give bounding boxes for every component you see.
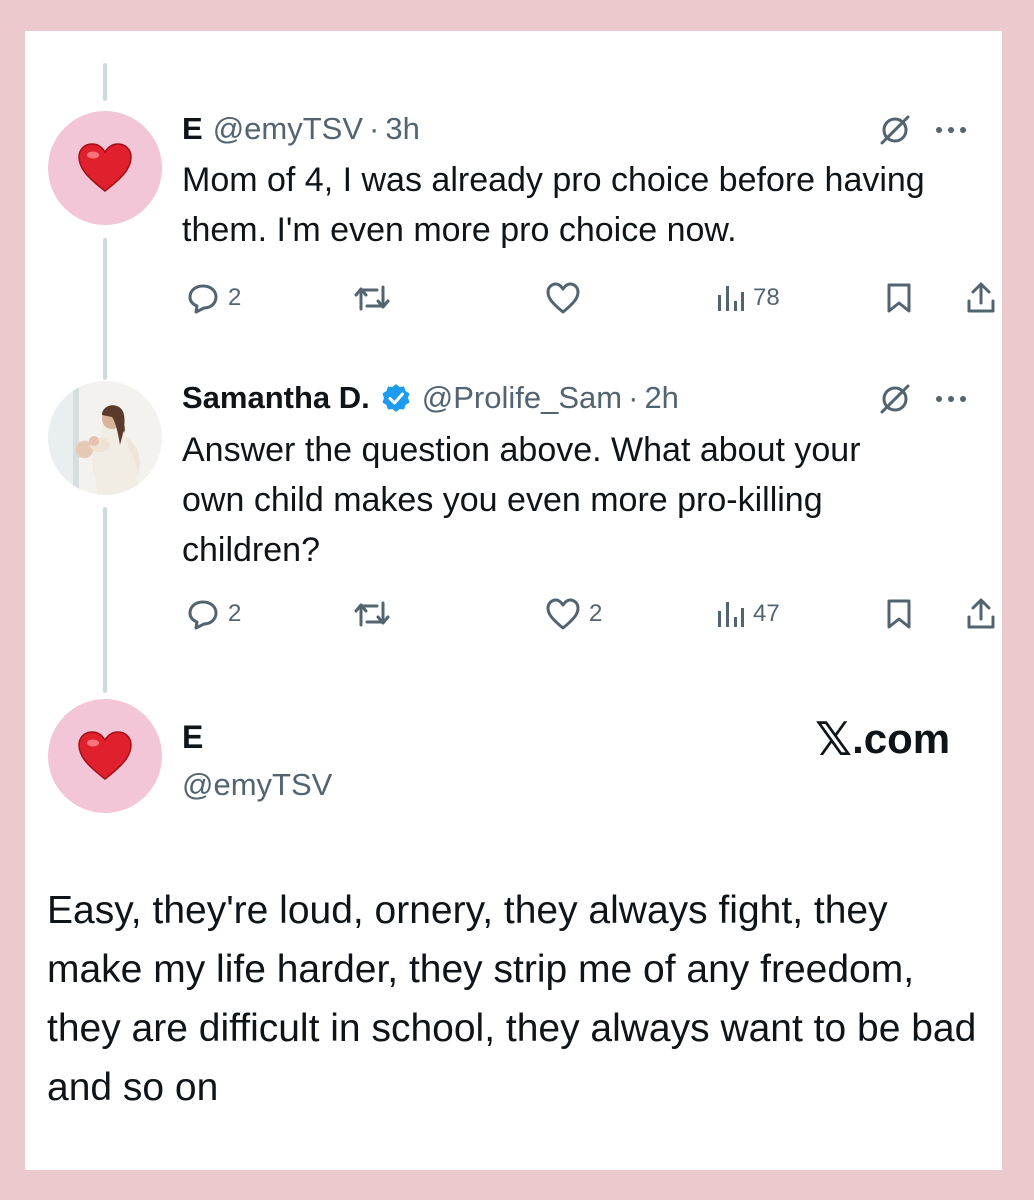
- like-button[interactable]: 2: [545, 594, 602, 634]
- share-button[interactable]: [965, 278, 997, 318]
- grok-icon[interactable]: [878, 382, 912, 416]
- heart-icon: [78, 143, 132, 192]
- verified-badge: [380, 382, 412, 414]
- views-count: 78: [753, 284, 780, 311]
- tweet-header: Samantha D. @Prolife_Sam · 2h: [182, 378, 679, 418]
- tweet-text: Mom of 4, I was already pro choice befor…: [182, 161, 925, 249]
- separator-dot: ·: [628, 380, 639, 415]
- reply-icon: [188, 600, 218, 630]
- views-button[interactable]: 47: [715, 594, 780, 634]
- action-bar: 2 2 47: [182, 594, 995, 634]
- bookmark-button[interactable]: [885, 594, 913, 634]
- like-button[interactable]: [545, 278, 581, 318]
- reply-count: 2: [228, 284, 242, 311]
- user-handle[interactable]: @emyTSV: [213, 109, 363, 149]
- thread-line-1: [103, 238, 107, 380]
- tweet-header: E @emyTSV · 3h: [182, 109, 420, 149]
- views-icon: [718, 602, 744, 627]
- user-handle[interactable]: @Prolife_Sam: [422, 378, 622, 418]
- repost-icon: [354, 601, 390, 627]
- tweet-text: Answer the question above. What about yo…: [182, 431, 861, 569]
- screenshot-card: E @emyTSV · 3h Mom of 4, I was already p…: [25, 31, 1002, 1170]
- like-count: 2: [589, 600, 603, 627]
- display-name[interactable]: E: [182, 717, 203, 757]
- reply-count: 2: [228, 600, 242, 627]
- action-bar: 2 78: [182, 278, 995, 318]
- brand-suffix: .com: [852, 715, 951, 762]
- mother-photo-icon: [89, 405, 139, 495]
- heart-outline-icon: [546, 598, 580, 630]
- user-handle[interactable]: @emyTSV: [182, 765, 332, 805]
- repost-button[interactable]: [352, 594, 392, 634]
- reply-icon: [188, 284, 218, 314]
- repost-icon: [354, 285, 390, 311]
- x-com-brand: 𝕏 .com: [815, 714, 950, 764]
- share-button[interactable]: [965, 594, 997, 634]
- repost-button[interactable]: [352, 278, 392, 318]
- views-count: 47: [753, 600, 780, 627]
- main-tweet-text: Easy, they're loud, ornery, they always …: [47, 889, 977, 1109]
- grok-icon[interactable]: [878, 113, 912, 147]
- thread-line-2: [103, 507, 107, 693]
- thread-line-top: [103, 63, 107, 101]
- bookmark-icon: [887, 283, 911, 313]
- reply-button[interactable]: 2: [186, 278, 241, 318]
- separator-dot: ·: [369, 111, 380, 146]
- avatar[interactable]: [48, 111, 162, 225]
- bookmark-icon: [887, 599, 911, 629]
- timestamp[interactable]: 2h: [644, 378, 678, 418]
- views-icon: [718, 286, 744, 311]
- tweet-top-icons: [878, 113, 968, 147]
- more-options-icon[interactable]: [934, 394, 968, 404]
- reply-button[interactable]: 2: [186, 594, 241, 634]
- heart-icon: [78, 731, 132, 780]
- share-icon: [967, 282, 995, 313]
- share-icon: [967, 598, 995, 629]
- display-name[interactable]: E: [182, 109, 203, 149]
- views-button[interactable]: 78: [715, 278, 780, 318]
- more-options-icon[interactable]: [934, 125, 968, 135]
- verified-icon: [382, 384, 410, 412]
- x-logo-icon: 𝕏: [815, 712, 853, 766]
- timestamp[interactable]: 3h: [385, 109, 419, 149]
- avatar[interactable]: [48, 381, 162, 495]
- tweet-top-icons: [878, 382, 968, 416]
- avatar[interactable]: [48, 699, 162, 813]
- display-name[interactable]: Samantha D.: [182, 378, 370, 418]
- bookmark-button[interactable]: [885, 278, 913, 318]
- heart-outline-icon: [546, 282, 580, 314]
